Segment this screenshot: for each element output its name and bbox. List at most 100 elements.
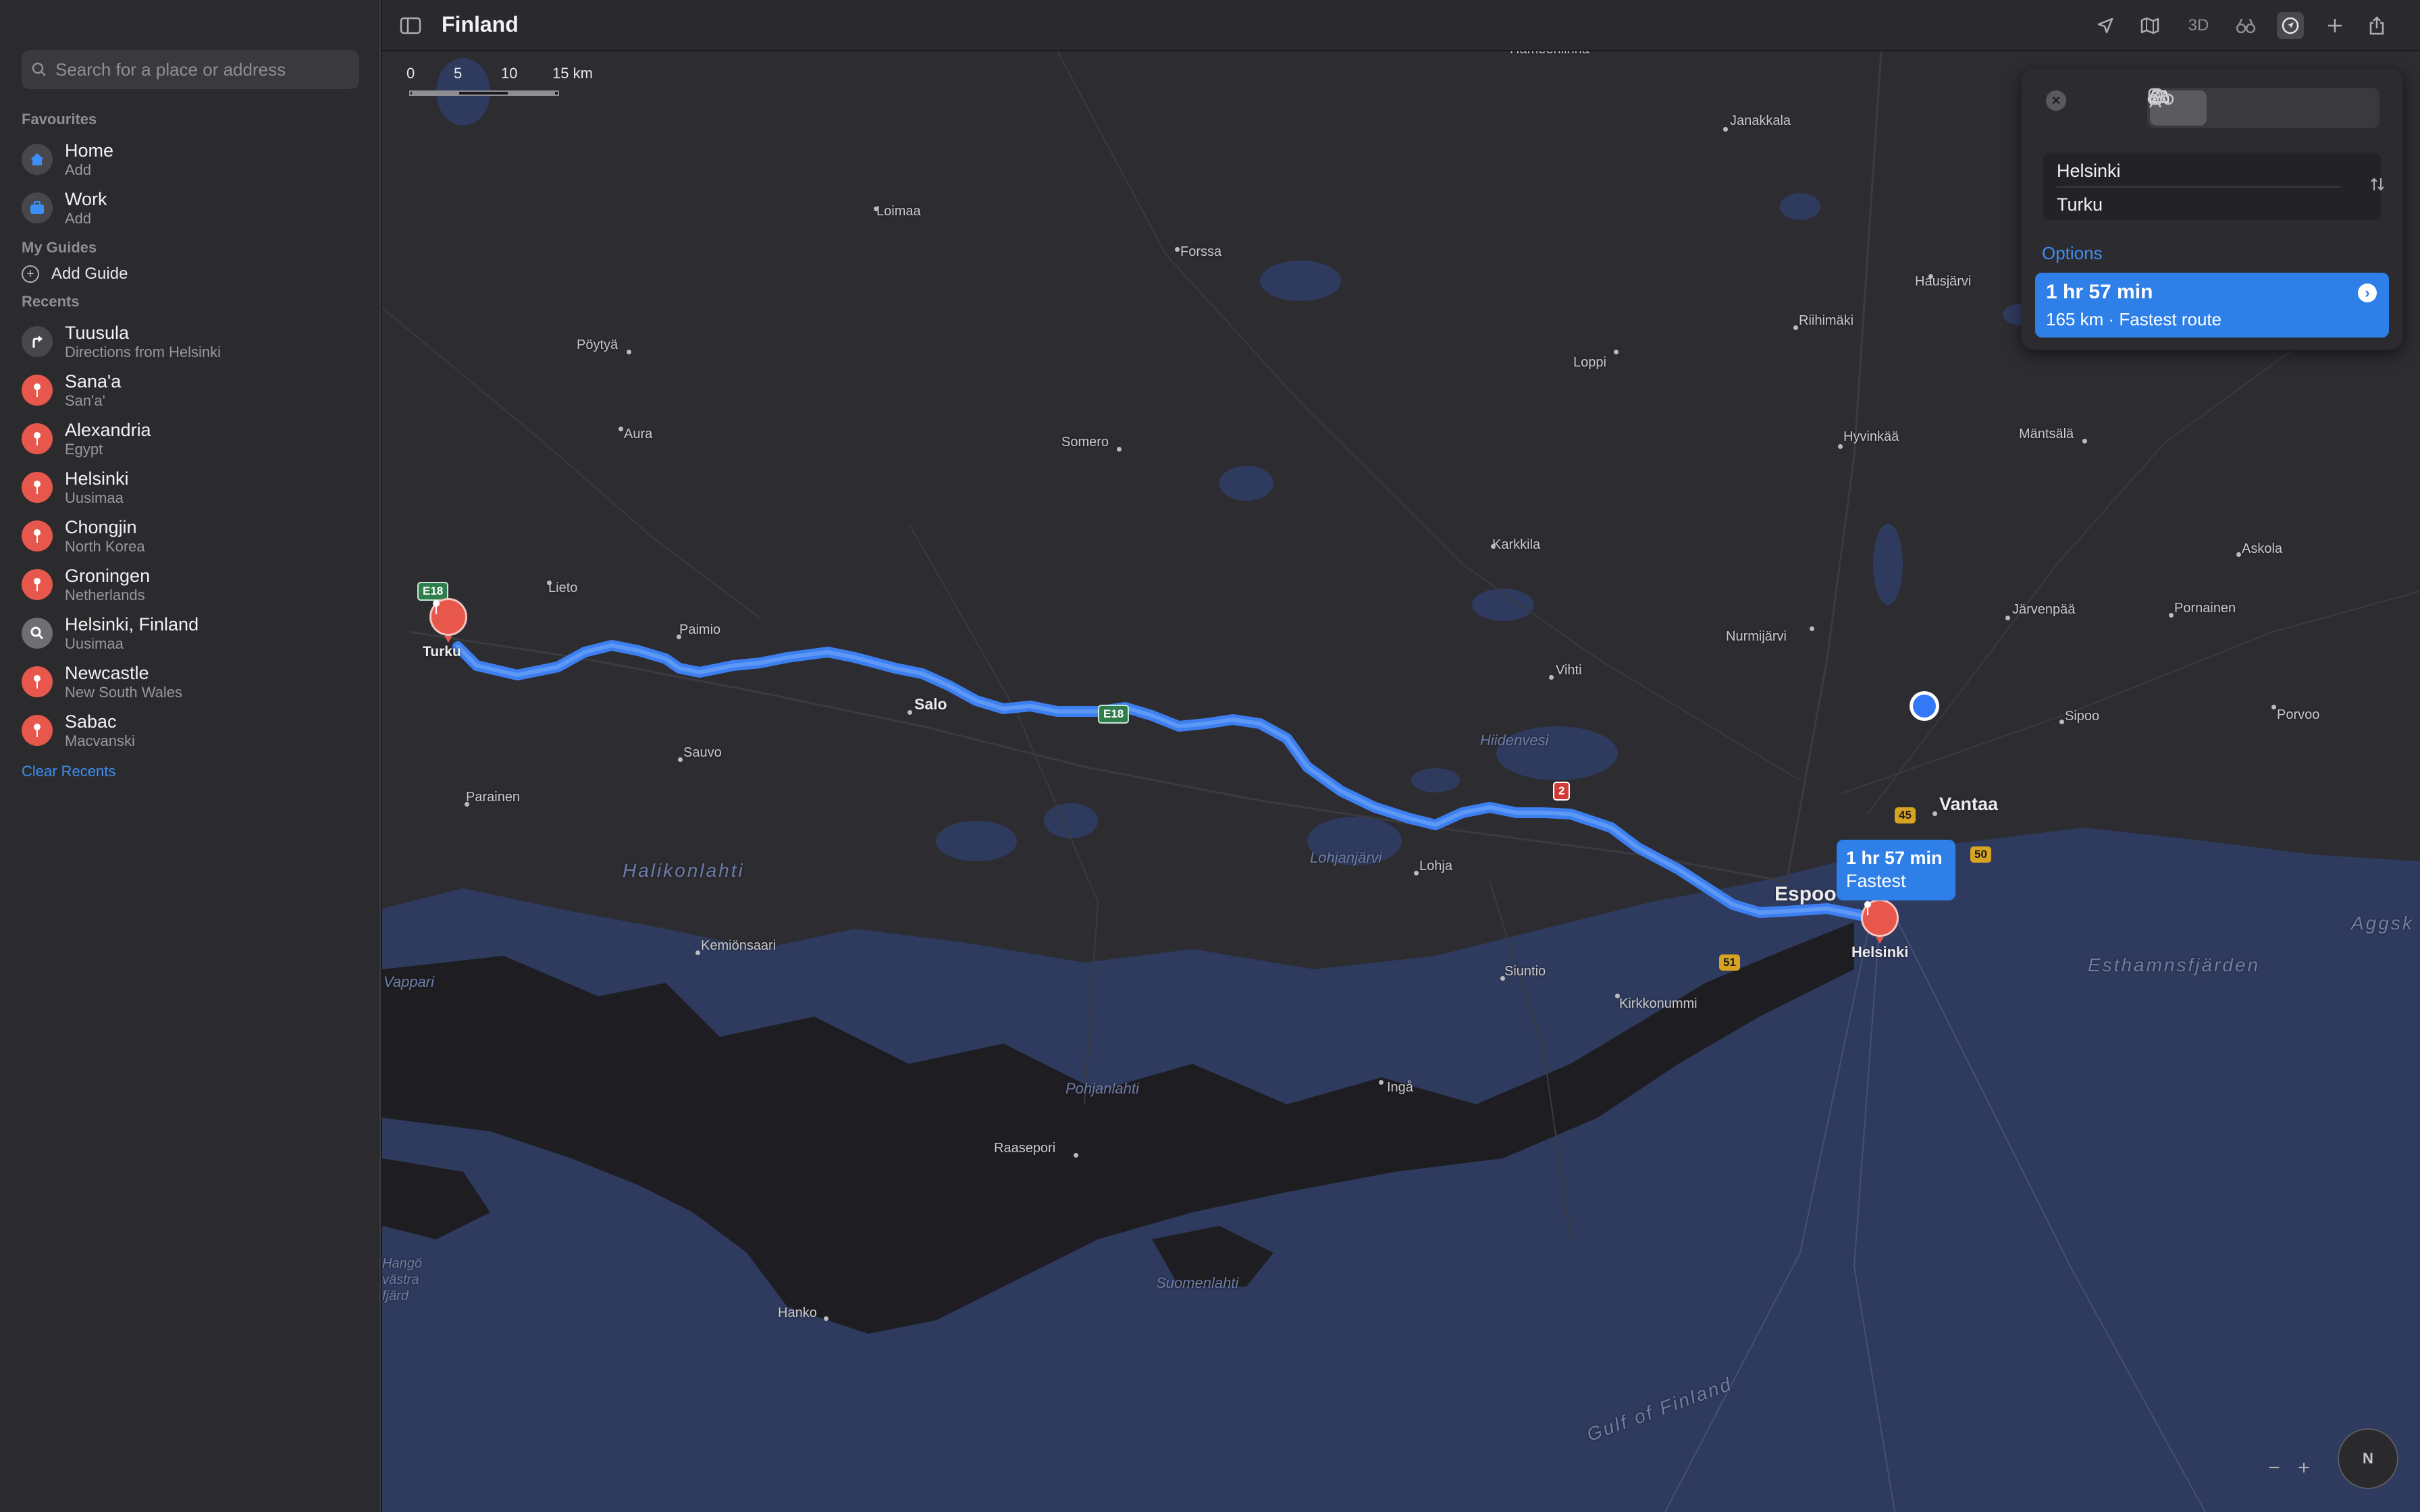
recent-title: Helsinki xyxy=(65,468,129,489)
recent-title: Chongjin xyxy=(65,517,137,537)
origin-pin-helsinki[interactable] xyxy=(1861,899,1901,944)
place-label[interactable]: Helsinki xyxy=(1851,944,1908,961)
toolbar: Finland 3D xyxy=(382,0,2420,51)
transit-icon[interactable] xyxy=(2148,88,2323,128)
plus-icon[interactable] xyxy=(2321,12,2348,39)
recent-item[interactable]: Tuusula Directions from Helsinki xyxy=(22,320,359,363)
place-label[interactable]: Karkkila xyxy=(1492,537,1540,553)
close-icon[interactable]: × xyxy=(2046,90,2066,111)
location-arrow-icon[interactable] xyxy=(2092,12,2119,39)
place-label[interactable]: Kemiönsaari xyxy=(701,938,776,954)
place-label[interactable]: Sauvo xyxy=(683,745,722,761)
compass-icon[interactable]: N xyxy=(2338,1428,2398,1489)
binoculars-icon[interactable] xyxy=(2232,12,2259,39)
scale-label: 5 xyxy=(454,65,463,82)
place-label[interactable]: Loppi xyxy=(1573,355,1606,371)
recent-item[interactable]: Alexandria Egypt xyxy=(22,417,359,460)
place-label[interactable]: Riihimäki xyxy=(1799,313,1853,329)
place-label[interactable]: Parainen xyxy=(466,790,520,805)
recent-item[interactable]: Sabac Macvanski xyxy=(22,709,359,752)
share-icon[interactable] xyxy=(2363,12,2390,39)
recent-item[interactable]: Chongjin North Korea xyxy=(22,514,359,558)
place-label[interactable]: Vihti xyxy=(1556,663,1582,678)
place-label[interactable]: Janakkala xyxy=(1730,113,1791,129)
favourite-work[interactable]: Work Add xyxy=(22,186,359,230)
place-label[interactable]: Hyvinkää xyxy=(1843,429,1899,445)
place-label[interactable]: Kirkkonummi xyxy=(1619,996,1698,1012)
map-view[interactable]: 0 5 10 15 km Hämeenlinna Janakkala Loima… xyxy=(382,51,2420,1512)
road-shield: 2 xyxy=(1553,782,1571,801)
recent-item[interactable]: Helsinki, Finland Uusimaa xyxy=(22,612,359,655)
place-label[interactable]: Lieto xyxy=(548,580,577,596)
place-label[interactable]: Hausjärvi xyxy=(1915,274,1971,290)
water-label: Suomenlahti xyxy=(1156,1274,1239,1291)
place-label[interactable]: Sipoo xyxy=(2065,709,2099,724)
place-label[interactable]: Järvenpää xyxy=(2012,602,2075,618)
recent-subtitle: Egypt xyxy=(65,441,103,458)
water-label: Vappari xyxy=(384,973,435,990)
directions-panel: × Helsinki Turku Options 1 hr 57 min 165… xyxy=(2022,69,2402,350)
place-label[interactable]: Hämeenlinna xyxy=(1510,51,1589,57)
place-label[interactable]: Lohja xyxy=(1419,859,1452,874)
sidebar-toggle-icon[interactable] xyxy=(397,12,424,39)
place-label[interactable]: Espoo xyxy=(1774,883,1837,906)
place-label[interactable]: Somero xyxy=(1061,435,1109,450)
water-label: Lohjanjärvi xyxy=(1310,849,1382,866)
recent-item[interactable]: Sana'a San'a' xyxy=(22,369,359,412)
place-label[interactable]: Aura xyxy=(624,427,652,442)
route-option-card[interactable]: 1 hr 57 min 165 km · Fastest route › xyxy=(2035,273,2389,338)
pin-icon xyxy=(22,715,53,746)
recent-subtitle: Netherlands xyxy=(65,587,145,603)
place-label[interactable]: Turku xyxy=(423,644,461,660)
tracking-icon[interactable] xyxy=(2277,12,2304,39)
destination-field[interactable]: Turku xyxy=(2057,194,2103,215)
recent-item[interactable]: Helsinki Uusimaa xyxy=(22,466,359,509)
place-label[interactable]: Nurmijärvi xyxy=(1726,629,1787,645)
place-label[interactable]: Forssa xyxy=(1180,244,1221,260)
current-location-marker[interactable] xyxy=(1910,691,1939,721)
water-label: Halikonlahti xyxy=(623,860,745,881)
place-label[interactable]: Siuntio xyxy=(1504,964,1546,979)
scale-label: 0 xyxy=(406,65,415,82)
place-label[interactable]: Vantaa xyxy=(1939,794,1998,815)
place-label[interactable]: Porvoo xyxy=(2277,707,2319,723)
search-field[interactable] xyxy=(22,50,359,89)
walk-icon[interactable] xyxy=(2149,88,2266,128)
road-shield: 51 xyxy=(1719,954,1740,971)
search-icon xyxy=(32,62,46,76)
bike-icon[interactable] xyxy=(2147,88,2379,128)
destination-pin-turku[interactable] xyxy=(429,598,470,643)
place-label[interactable]: Hanko xyxy=(778,1305,817,1321)
add-guide-button[interactable]: + Add Guide xyxy=(22,265,128,284)
place-label[interactable]: Loimaa xyxy=(876,204,921,219)
recent-item[interactable]: Newcastle New South Wales xyxy=(22,660,359,703)
place-label[interactable]: Mäntsälä xyxy=(2019,427,2074,442)
favourite-home[interactable]: Home Add xyxy=(22,138,359,181)
place-label[interactable]: Pornainen xyxy=(2174,601,2236,616)
place-label[interactable]: Salo xyxy=(914,695,947,713)
place-label[interactable]: Paimio xyxy=(679,622,720,638)
transport-mode-selector xyxy=(2147,88,2379,128)
directions-icon xyxy=(22,326,53,357)
pin-icon xyxy=(22,666,53,697)
window-title: Finland xyxy=(442,12,519,36)
options-link[interactable]: Options xyxy=(2042,243,2103,264)
clear-recents-link[interactable]: Clear Recents xyxy=(22,763,115,780)
search-input[interactable] xyxy=(54,58,354,81)
road-shield: 50 xyxy=(1970,846,1991,863)
zoom-out-button[interactable]: − xyxy=(2259,1457,2289,1480)
recent-title: Newcastle xyxy=(65,663,149,683)
origin-field[interactable]: Helsinki xyxy=(2057,161,2121,182)
place-label[interactable]: Pöytyä xyxy=(577,338,618,353)
map-icon[interactable] xyxy=(2136,12,2163,39)
place-label[interactable]: Askola xyxy=(2242,541,2282,557)
zoom-in-button[interactable]: + xyxy=(2289,1457,2319,1480)
recent-item[interactable]: Groningen Netherlands xyxy=(22,563,359,606)
route-callout[interactable]: 1 hr 57 min Fastest xyxy=(1837,840,1955,900)
place-label[interactable]: Raasepori xyxy=(994,1141,1055,1156)
sidebar: Favourites Home Add Work Add My Guides +… xyxy=(0,0,381,1512)
recent-title: Alexandria xyxy=(65,420,151,440)
3d-button[interactable]: 3D xyxy=(2180,12,2217,39)
place-label[interactable]: Ingå xyxy=(1387,1080,1413,1096)
chevron-right-icon[interactable]: › xyxy=(2358,284,2377,302)
